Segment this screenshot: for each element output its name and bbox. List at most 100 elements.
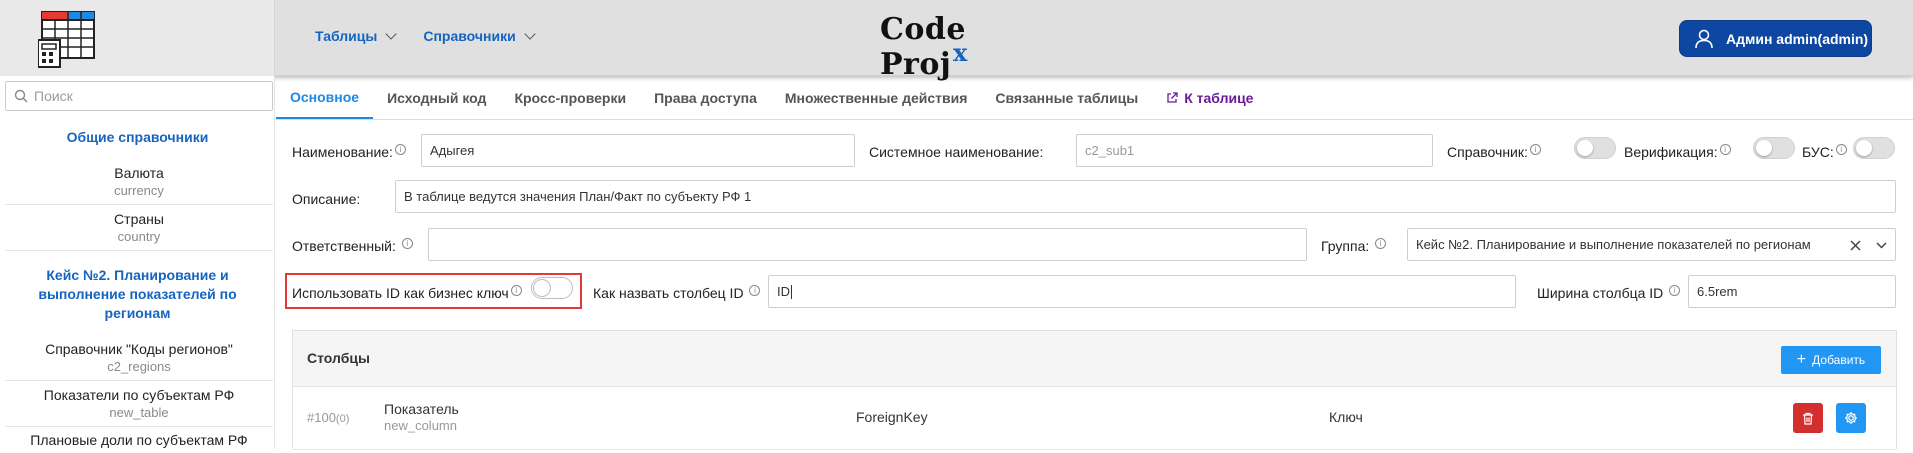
description-input[interactable]: В таблице ведутся значения План/Факт по … [395,180,1896,213]
sidebar-section-title: Общие справочники [66,129,209,145]
settings-column-button[interactable] [1836,403,1866,433]
column-id: #100(0) [307,410,349,425]
sidebar-item-country[interactable]: Страны country [5,210,273,251]
sidebar-item-sub: c2_regions [107,359,171,374]
group-select[interactable]: Кейс №2. Планирование и выполнение показ… [1407,228,1896,261]
chevron-down-icon [524,28,536,40]
tab-bulk-actions[interactable]: Множественные действия [771,76,982,119]
verification-toggle[interactable] [1753,137,1795,159]
nav-tables-label: Таблицы [315,28,378,44]
app-header: Таблицы Справочники Code Proj x Админ ad… [0,0,1913,82]
sidebar-item-sub: new_table [109,405,169,420]
delete-column-button[interactable] [1793,403,1823,433]
columns-panel-header: Столбцы + Добавить [293,331,1896,387]
gear-icon [1845,412,1857,424]
id-col-width-label-text: Ширина столбца ID [1537,285,1664,301]
name-input[interactable]: Адыгея [421,134,855,167]
text-cursor [791,284,792,299]
id-col-width-input[interactable]: 6.5rem [1688,275,1896,308]
columns-panel: Столбцы + Добавить #100(0) Показатель ne… [292,330,1897,450]
bus-label: БУС: i [1802,144,1847,160]
info-icon[interactable]: i [1719,144,1731,155]
sidebar-item-title: Валюта [114,165,164,181]
tab-source-code[interactable]: Исходный код [373,76,500,119]
tab-linked-tables[interactable]: Связанные таблицы [981,76,1152,119]
description-label: Описание: [292,191,361,207]
tab-access-rights[interactable]: Права доступа [640,76,771,119]
sidebar-item-plan-shares[interactable]: Плановые доли по субъектам РФ [5,431,273,453]
sidebar-item-sub: currency [114,183,164,198]
column-name: Показатель [384,401,459,417]
external-link-icon [1167,91,1178,103]
id-col-name-value: ID [777,284,790,299]
info-icon[interactable]: i [1669,285,1681,296]
add-column-button[interactable]: + Добавить [1781,346,1881,374]
sidebar-item-title: Плановые доли по субъектам РФ [30,432,248,448]
spreadsheet-logo-icon[interactable] [38,10,98,68]
directory-label-text: Справочник: [1447,144,1528,160]
nav-directories-label: Справочники [423,28,516,44]
search-input[interactable]: Поиск [34,88,73,104]
info-icon[interactable]: i [394,144,406,155]
info-icon[interactable]: i [1375,238,1387,249]
bus-toggle[interactable] [1853,137,1895,159]
name-label-text: Наименование: [292,144,393,160]
nav-tables[interactable]: Таблицы [315,28,398,44]
table-row[interactable]: #100(0) Показатель new_column ForeignKey… [293,388,1896,450]
sidebar-item-title: Показатели по субъектам РФ [43,387,235,403]
sidebar-item-currency[interactable]: Валюта currency [5,164,273,205]
info-icon[interactable]: i [749,285,761,296]
bus-label-text: БУС: [1802,144,1834,160]
verification-label: Верификация: i [1624,144,1731,160]
search-icon [14,89,28,103]
responsible-label-text: Ответственный: [292,238,396,254]
id-col-name-label-text: Как назвать столбец ID [593,285,744,301]
tab-main[interactable]: Основное [276,76,374,119]
sidebar-item-regions[interactable]: Справочник "Коды регионов" c2_regions [5,340,273,381]
column-sysname: new_column [384,418,457,433]
id-col-name-input[interactable]: ID [768,275,1516,308]
use-id-label: Использовать ID как бизнес ключ i [292,285,522,301]
chevron-down-icon[interactable] [1876,242,1887,249]
user-menu-button[interactable]: Админ admin(admin) [1679,20,1872,57]
sidebar-section-title: Кейс №2. Планирование и выполнение показ… [38,267,237,321]
sysname-label: Системное наименование: [869,144,1044,160]
column-id-number: #100 [307,410,336,425]
column-type: ForeignKey [856,409,928,425]
tab-to-table-link[interactable]: К таблице [1152,76,1267,119]
columns-panel-title: Столбцы [307,350,370,366]
group-select-value: Кейс №2. Планирование и выполнение показ… [1416,237,1811,252]
verification-label-text: Верификация: [1624,144,1718,160]
clear-icon[interactable] [1850,240,1861,251]
sidebar-item-sub: country [117,229,161,244]
info-icon[interactable]: i [401,238,413,249]
tab-cross-checks[interactable]: Кросс-проверки [500,76,640,119]
main-nav: Таблицы Справочники [315,28,536,44]
id-col-name-label: Как назвать столбец ID i [593,285,761,301]
id-col-width-label: Ширина столбца ID i [1537,285,1681,301]
info-icon[interactable]: i [1835,144,1847,155]
responsible-label: Ответственный: i [292,238,413,254]
info-icon[interactable]: i [1529,144,1541,155]
use-id-toggle[interactable] [531,277,573,299]
sidebar-item-new-table[interactable]: Показатели по субъектам РФ new_table [5,386,273,427]
directory-label: Справочник: i [1447,144,1541,160]
column-name-cell: Показатель new_column [384,400,459,434]
info-icon[interactable]: i [510,285,522,296]
use-id-label-text: Использовать ID как бизнес ключ [292,285,509,301]
sidebar-search[interactable]: Поиск [5,81,273,111]
column-key: Ключ [1329,409,1363,425]
nav-directories[interactable]: Справочники [423,28,536,44]
chevron-down-icon [385,28,398,40]
plus-icon: + [1796,351,1807,368]
sysname-input[interactable]: c2_sub1 [1076,134,1433,167]
directory-toggle[interactable] [1574,137,1616,159]
tab-bar: Основное Исходный код Кросс-проверки Пра… [276,76,1913,120]
logo-area [0,0,275,76]
column-order: (0) [335,413,350,425]
group-label: Группа: i [1321,238,1387,254]
group-label-text: Группа: [1321,238,1370,254]
tab-to-table-label: К таблице [1184,89,1254,106]
brand-sub: x [953,38,968,67]
responsible-input[interactable] [428,228,1307,261]
